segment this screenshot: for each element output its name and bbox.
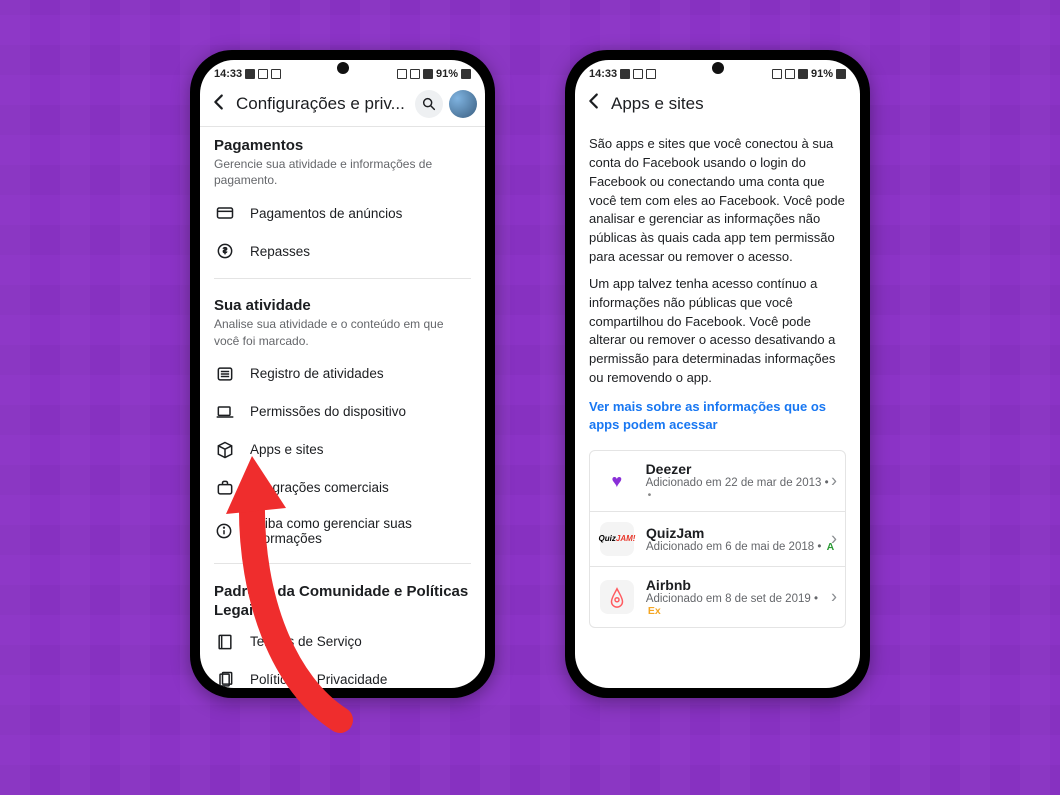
deezer-icon: ♥ xyxy=(600,464,634,498)
section-payments-desc: Gerencie sua atividade e informações de … xyxy=(200,156,485,194)
row-label: Permissões do dispositivo xyxy=(250,404,406,419)
quizjam-icon: Quiz JAM! xyxy=(600,522,634,556)
chevron-right-icon: › xyxy=(831,471,837,492)
app-subtitle: Adicionado em 22 de mar de 2013 • • xyxy=(646,477,835,501)
battery-icon xyxy=(836,69,846,79)
chevron-right-icon: › xyxy=(831,529,837,550)
row-label: Pagamentos de anúncios xyxy=(250,206,402,221)
battery-icon xyxy=(461,69,471,79)
app-name: QuizJam xyxy=(646,525,834,541)
status-right-cluster: 91% xyxy=(397,68,471,80)
app-subtitle: Adicionado em 6 de mai de 2018 • A xyxy=(646,541,834,553)
status-icon-c xyxy=(271,69,281,79)
app-added-text: Adicionado em 6 de mai de 2018 xyxy=(646,541,814,553)
row-manage-info[interactable]: Saiba como gerenciar suas informações xyxy=(200,507,485,555)
status-icon-a xyxy=(620,69,630,79)
book-icon xyxy=(214,632,236,652)
briefcase-icon xyxy=(214,478,236,498)
body-paragraph-1: São apps e sites que você conectou à sua… xyxy=(575,125,860,271)
pages-icon xyxy=(214,670,236,688)
phones-container: 14:33 91% Configurações e priv... xyxy=(0,50,1060,698)
app-status-flag: • xyxy=(648,489,652,501)
app-header: Apps e sites xyxy=(575,86,860,125)
section-policies-title: Padrões da Comunidade e Políticas Legais xyxy=(200,572,485,623)
app-item-airbnb[interactable]: Airbnb Adicionado em 8 de set de 2019 • … xyxy=(590,567,845,627)
learn-more-link[interactable]: Ver mais sobre as informações que os app… xyxy=(575,392,860,444)
connected-apps-list: ♥ Deezer Adicionado em 22 de mar de 2013… xyxy=(589,450,846,628)
alarm-icon xyxy=(772,69,782,79)
app-item-quizjam[interactable]: Quiz JAM! QuizJam Adicionado em 6 de mai… xyxy=(590,512,845,567)
battery-text: 91% xyxy=(436,68,458,80)
section-activity-title: Sua atividade xyxy=(200,287,485,316)
header-title: Configurações e priv... xyxy=(236,94,409,114)
app-item-deezer[interactable]: ♥ Deezer Adicionado em 22 de mar de 2013… xyxy=(590,451,845,512)
signal-icon xyxy=(423,69,433,79)
body-paragraph-2: Um app talvez tenha acesso contínuo a in… xyxy=(575,271,860,392)
status-icon-b xyxy=(633,69,643,79)
row-label: Integrações comerciais xyxy=(250,480,389,495)
row-business[interactable]: Integrações comerciais xyxy=(200,469,485,507)
app-name: Airbnb xyxy=(646,577,835,593)
device-icon xyxy=(214,402,236,422)
status-left-cluster: 14:33 xyxy=(589,68,656,80)
divider xyxy=(214,278,471,279)
row-apps-sites[interactable]: Apps e sites xyxy=(200,431,485,469)
cube-icon xyxy=(214,440,236,460)
content-scroll[interactable]: São apps e sites que você conectou à sua… xyxy=(575,125,860,688)
row-terms[interactable]: Termos de Serviço xyxy=(200,623,485,661)
status-time: 14:33 xyxy=(589,68,617,80)
section-activity-desc: Analise sua atividade e o conteúdo em qu… xyxy=(200,316,485,354)
back-button[interactable] xyxy=(208,91,230,118)
status-right-cluster: 91% xyxy=(772,68,846,80)
list-icon xyxy=(214,364,236,384)
app-header: Configurações e priv... xyxy=(200,86,485,127)
back-button[interactable] xyxy=(583,90,605,117)
app-added-text: Adicionado em 22 de mar de 2013 xyxy=(646,477,822,489)
row-label: Saiba como gerenciar suas informações xyxy=(248,516,471,546)
app-status-flag: Ex xyxy=(648,605,661,617)
row-label: Repasses xyxy=(250,244,310,259)
camera-notch xyxy=(337,62,349,74)
app-added-text: Adicionado em 8 de set de 2019 xyxy=(646,593,811,605)
card-icon xyxy=(214,203,236,223)
app-subtitle: Adicionado em 8 de set de 2019 • Ex xyxy=(646,593,835,617)
status-icon-b xyxy=(258,69,268,79)
row-label: Apps e sites xyxy=(250,442,324,457)
row-activity-log[interactable]: Registro de atividades xyxy=(200,355,485,393)
screen-left: 14:33 91% Configurações e priv... xyxy=(200,60,485,688)
battery-text: 91% xyxy=(811,68,833,80)
row-device-perms[interactable]: Permissões do dispositivo xyxy=(200,393,485,431)
row-label: Termos de Serviço xyxy=(250,634,362,649)
row-privacy[interactable]: Política de Privacidade xyxy=(200,661,485,688)
profile-avatar[interactable] xyxy=(449,90,477,118)
phone-right: 14:33 91% Apps e sites xyxy=(565,50,870,698)
content-scroll[interactable]: Pagamentos Gerencie sua atividade e info… xyxy=(200,127,485,688)
dollar-icon xyxy=(214,241,236,261)
screen-right: 14:33 91% Apps e sites xyxy=(575,60,860,688)
row-label: Política de Privacidade xyxy=(250,672,387,687)
app-name: Deezer xyxy=(646,461,835,477)
info-icon xyxy=(214,521,234,541)
signal-icon xyxy=(798,69,808,79)
chevron-right-icon: › xyxy=(831,587,837,608)
alarm-icon xyxy=(397,69,407,79)
divider xyxy=(214,563,471,564)
phone-left: 14:33 91% Configurações e priv... xyxy=(190,50,495,698)
row-label: Registro de atividades xyxy=(250,366,384,381)
airbnb-icon xyxy=(600,580,634,614)
camera-notch xyxy=(712,62,724,74)
wifi-icon xyxy=(785,69,795,79)
icon-glyph: ♥ xyxy=(611,471,622,492)
wifi-icon xyxy=(410,69,420,79)
search-button[interactable] xyxy=(415,90,443,118)
row-payments-transfers[interactable]: Repasses xyxy=(200,232,485,270)
status-left-cluster: 14:33 xyxy=(214,68,281,80)
status-icon-c xyxy=(646,69,656,79)
status-icon-a xyxy=(245,69,255,79)
search-icon xyxy=(421,96,437,112)
row-payments-ads[interactable]: Pagamentos de anúncios xyxy=(200,194,485,232)
status-time: 14:33 xyxy=(214,68,242,80)
header-title: Apps e sites xyxy=(611,94,852,114)
section-payments-title: Pagamentos xyxy=(200,127,485,156)
